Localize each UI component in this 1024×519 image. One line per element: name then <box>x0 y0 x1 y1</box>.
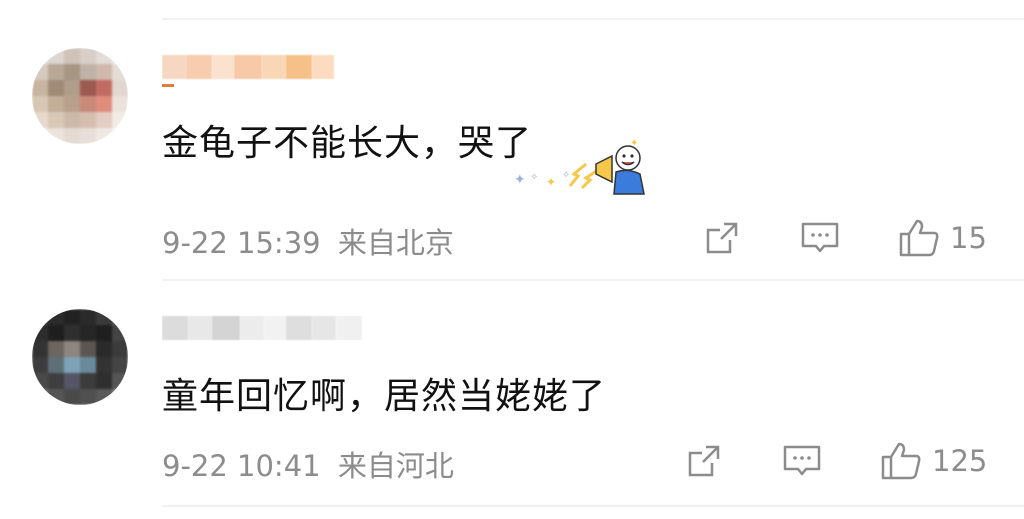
comment-text: 童年回忆啊，居然当姥姥了 <box>162 376 607 417</box>
svg-text:✧: ✧ <box>562 170 570 181</box>
username-underline <box>162 84 174 87</box>
comment-text: 金龟子不能长大，哭了 <box>162 123 533 164</box>
comment-icon <box>801 222 839 253</box>
avatar[interactable] <box>32 48 128 144</box>
svg-text:✦: ✦ <box>514 172 526 188</box>
comment-location: 来自北京 <box>337 226 454 260</box>
username[interactable] <box>162 46 342 88</box>
comment-location: 来自河北 <box>337 449 454 483</box>
comment-icon <box>783 445 821 476</box>
like-count: 15 <box>950 221 987 255</box>
like-count: 125 <box>932 444 988 478</box>
like-button[interactable]: 15 <box>898 218 987 258</box>
svg-text:✦: ✦ <box>630 138 638 149</box>
svg-text:✧: ✧ <box>530 172 538 183</box>
avatar[interactable] <box>32 309 128 405</box>
share-icon <box>688 445 720 477</box>
divider <box>162 505 1024 507</box>
comment-meta: 9-22 15:39 来自北京 <box>162 220 454 262</box>
comment-button[interactable] <box>782 443 822 479</box>
like-icon <box>881 442 921 480</box>
comment-button[interactable] <box>800 220 840 256</box>
comment-item: 金龟子不能长大，哭了 ✦ ✧ ✦ ✧ ✦ 9-22 15:39 来自北京 15 <box>0 0 1024 280</box>
comment-meta: 9-22 10:41 来自河北 <box>162 443 454 485</box>
comment-date: 9-22 10:41 <box>162 449 321 483</box>
comment-item: 童年回忆啊，居然当姥姥了 9-22 10:41 来自河北 125 <box>0 281 1024 505</box>
sticker-image: ✦ ✧ ✦ ✧ ✦ <box>512 134 652 200</box>
svg-text:✦: ✦ <box>546 175 556 189</box>
like-icon <box>899 219 939 257</box>
share-button[interactable] <box>686 443 722 479</box>
like-button[interactable]: 125 <box>880 441 987 481</box>
comment-date: 9-22 15:39 <box>162 226 321 260</box>
username[interactable] <box>162 307 362 349</box>
share-button[interactable] <box>704 220 740 256</box>
share-icon <box>706 222 738 254</box>
